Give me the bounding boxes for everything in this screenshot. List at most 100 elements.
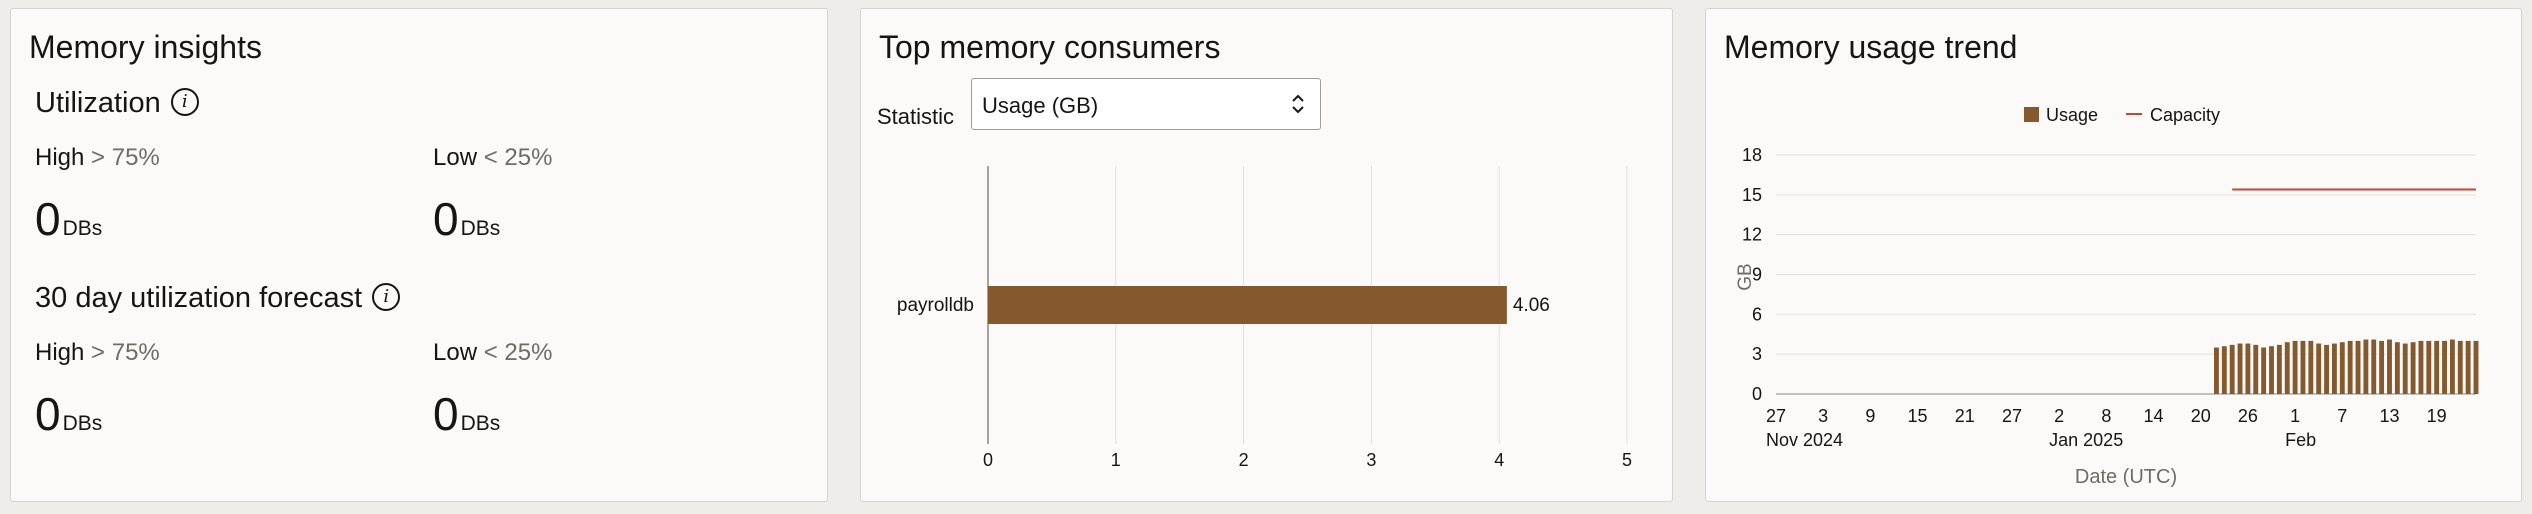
forecast-low-threshold: Low < 25% (433, 341, 552, 365)
memory-usage-trend-card: Memory usage trend Usage Capacity 0 3 6 9 12 15… (1705, 8, 2522, 502)
usage-bar (2387, 339, 2392, 394)
memory-insights-card: Memory insights Utilization i High > 75% … (10, 8, 828, 502)
count-value: 0 (433, 193, 459, 245)
usage-bar (2426, 340, 2432, 394)
utilization-info-icon[interactable]: i (170, 88, 199, 117)
x-tick-label: 14 (2144, 406, 2164, 426)
forecast-high-cmp: > 75% (91, 339, 160, 366)
usage-bar (2457, 340, 2463, 394)
utilization-high-cmp: > 75% (91, 144, 160, 171)
memory-insights-title: Memory insights (29, 29, 262, 65)
forecast-low-cmp: < 25% (483, 339, 553, 366)
usage-bar (2284, 342, 2290, 394)
x-tick-label: 2 (2054, 406, 2064, 426)
top-memory-consumers-title: Top memory consumers (879, 29, 1221, 65)
usage-bar (2442, 340, 2447, 394)
usage-bar (2229, 344, 2235, 394)
usage-bar (2418, 340, 2424, 394)
usage-bar (2363, 339, 2369, 394)
category-label: payrolldb (897, 295, 974, 316)
usage-bar (2379, 340, 2385, 394)
x-tick-label: 26 (2238, 406, 2258, 426)
usage-bar (2324, 344, 2329, 394)
x-tick-label: 4 (1494, 450, 1504, 470)
usage-bar (2465, 340, 2471, 394)
usage-bar (2292, 340, 2298, 394)
utilization-low-threshold: Low < 25% (433, 146, 552, 170)
utilization-title: Utilization (35, 87, 161, 119)
x-tick-label: 19 (2427, 406, 2447, 426)
statistic-select[interactable]: Usage (GB) (971, 78, 1321, 130)
utilization-high-threshold: High > 75% (35, 146, 160, 170)
x-tick-label: 0 (983, 450, 993, 470)
legend-capacity-label: Capacity (2150, 105, 2220, 125)
count-value: 0 (35, 388, 61, 440)
utilization-heading: Utilization i (35, 87, 199, 119)
forecast-low-count[interactable]: 0DBs (433, 391, 500, 437)
usage-bar (2371, 339, 2377, 394)
top-consumers-chart: 0 1 2 3 4 5 payrolldb 4.06 (897, 166, 1632, 470)
y-tick-label: 12 (1742, 225, 1762, 245)
x-tick-label: 3 (1818, 406, 1828, 426)
x-group-label: Jan 2025 (2049, 430, 2123, 450)
usage-bar (2410, 342, 2416, 394)
y-tick-label: 6 (1752, 304, 1762, 324)
x-tick-label: 7 (2337, 406, 2347, 426)
count-unit: DBs (62, 217, 103, 240)
usage-bar (2449, 339, 2455, 394)
x-tick-label: 27 (2002, 406, 2022, 426)
x-group-label: Feb (2285, 430, 2316, 450)
utilization-high-label: High (35, 144, 85, 171)
x-axis-title: Date (UTC) (2075, 466, 2177, 488)
memory-usage-trend-chart: Usage Capacity0369121518GB27 3 9 15 21 27 2 8 14 2… (1735, 105, 2479, 488)
count-value: 0 (35, 193, 61, 245)
x-tick-label: 1 (1111, 450, 1121, 470)
count-unit: DBs (460, 412, 501, 435)
x-tick-label: 20 (2191, 406, 2211, 426)
usage-bar (2402, 343, 2408, 394)
usage-bar (2269, 346, 2274, 394)
usage-bar (2221, 346, 2227, 394)
forecast-high-count[interactable]: 0DBs (35, 391, 102, 437)
x-tick-label: 27 (1766, 406, 1786, 426)
y-tick-label: 3 (1752, 344, 1762, 364)
x-tick-label: 2 (1239, 450, 1249, 470)
usage-bar (2253, 344, 2259, 394)
top-memory-consumers-card: Top memory consumers Statistic Usage (GB… (860, 8, 1673, 502)
forecast-info-icon[interactable]: i (372, 283, 401, 312)
utilization-high-count[interactable]: 0DBs (35, 196, 102, 242)
statistic-label: Statistic (877, 104, 955, 129)
x-tick-label: 3 (1366, 450, 1376, 470)
usage-bar (2300, 340, 2306, 394)
forecast-high-label: High (35, 339, 85, 366)
usage-bar (2237, 343, 2243, 394)
usage-bar (2308, 340, 2314, 394)
utilization-low-cmp: < 25% (483, 144, 553, 171)
usage-bar (2214, 347, 2219, 394)
usage-bar (2339, 342, 2345, 394)
data-label: 4.06 (1513, 295, 1550, 316)
usage-bar (2434, 340, 2440, 394)
legend-usage-swatch (2024, 107, 2039, 122)
usage-bar (2261, 347, 2267, 394)
usage-bar (2347, 340, 2353, 394)
x-tick-label: 21 (1955, 406, 1975, 426)
y-tick-label: 15 (1742, 185, 1762, 205)
x-group-label: Nov 2024 (1766, 430, 1843, 450)
chevron-up-down-icon (1292, 94, 1304, 114)
forecast-high-threshold: High > 75% (35, 341, 160, 365)
usage-bar (2331, 343, 2337, 394)
x-tick-label: 1 (2290, 406, 2300, 426)
count-unit: DBs (62, 412, 103, 435)
x-tick-label: 8 (2101, 406, 2111, 426)
usage-bar (2355, 340, 2361, 394)
y-tick-label: 0 (1752, 384, 1762, 404)
forecast-low-label: Low (433, 339, 478, 366)
usage-bar (2394, 342, 2400, 394)
bar (988, 286, 1507, 324)
usage-bar (2316, 343, 2322, 394)
statistic-select-value: Usage (GB) (982, 93, 1099, 118)
utilization-low-count[interactable]: 0DBs (433, 196, 500, 242)
x-tick-label: 5 (1622, 450, 1632, 470)
legend-usage-label: Usage (2046, 105, 2098, 125)
